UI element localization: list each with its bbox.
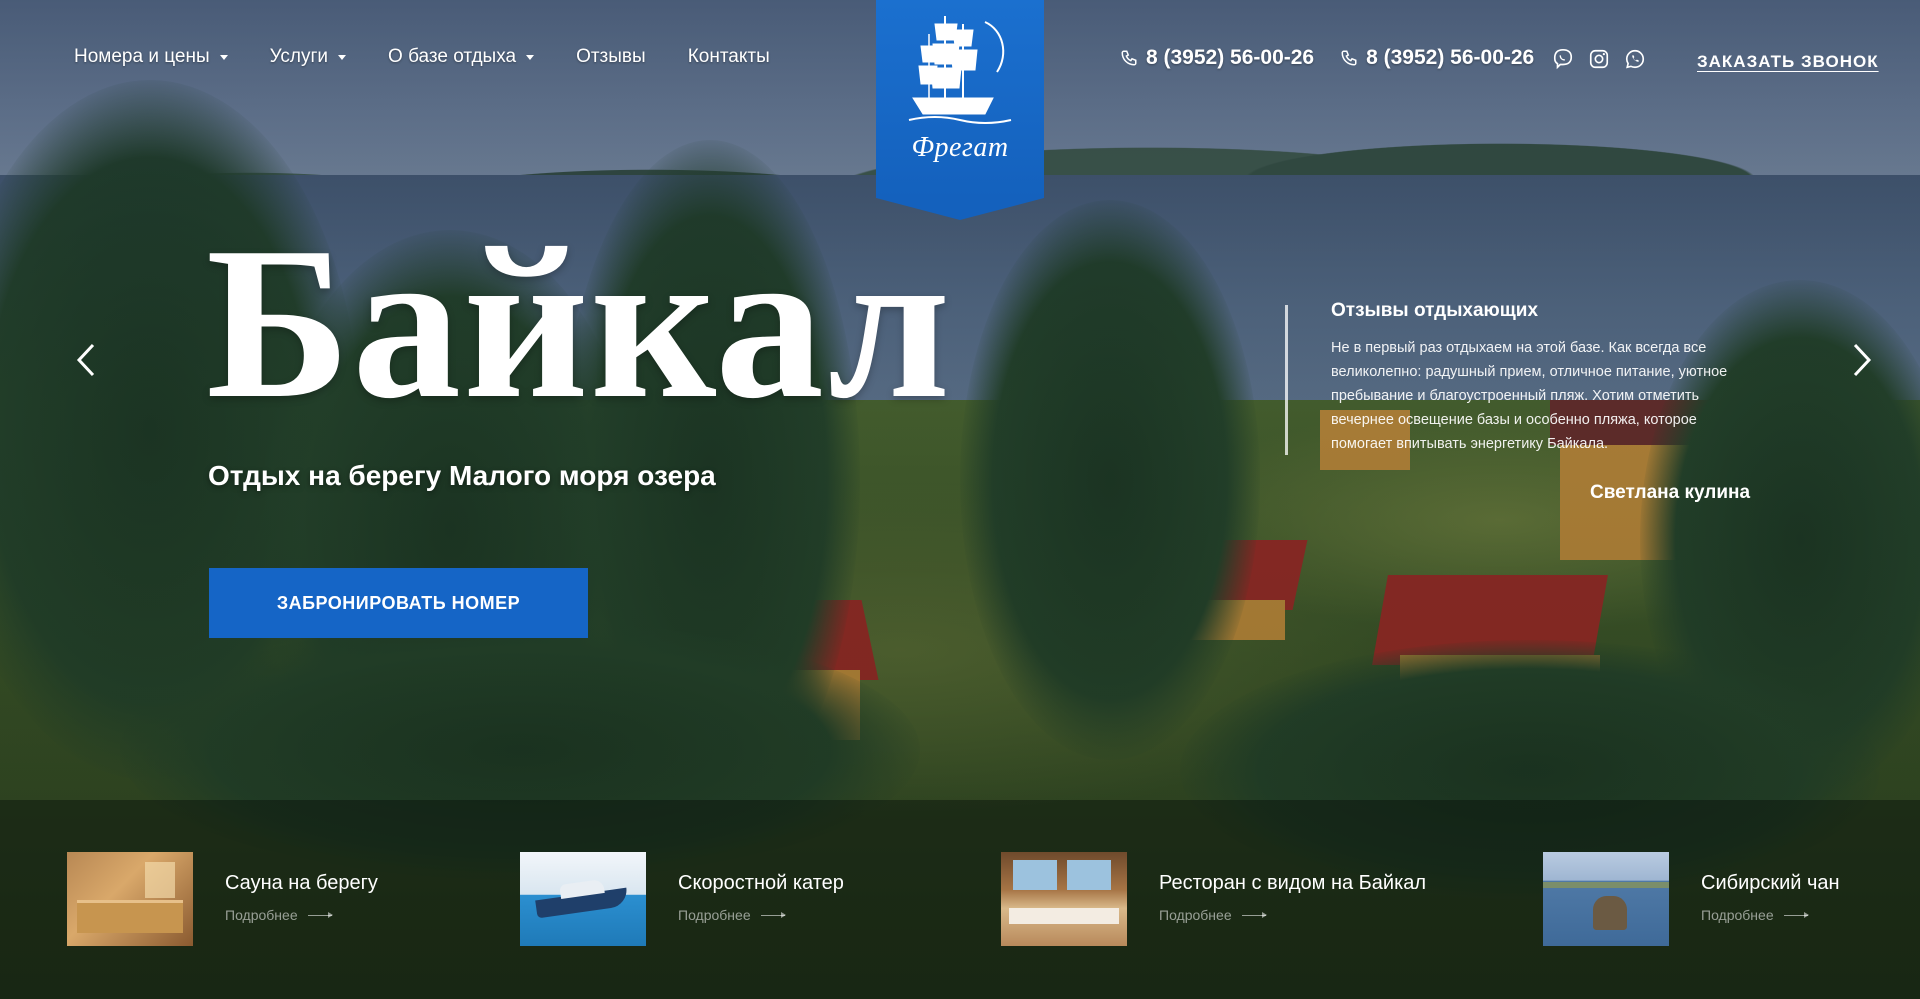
caret-down-icon — [219, 54, 228, 60]
nav-item-label: Номера и цены — [74, 46, 210, 67]
service-title: Ресторан с видом на Байкал — [1159, 872, 1427, 894]
hero-subtitle: Отдых на берегу Малого моря озера — [208, 460, 716, 491]
nav-item-label: О базе отдыха — [388, 46, 517, 67]
review-text: Не в первый раз отдыхаем на этой базе. К… — [1331, 340, 1728, 452]
service-title: Сибирский чан — [1701, 872, 1840, 894]
whatsapp-icon[interactable] — [1624, 48, 1646, 70]
service-card-chan[interactable]: Сибирский чан Подробнее — [1543, 852, 1840, 946]
arrow-right-icon — [1783, 911, 1809, 918]
review-author: Светлана кулина — [1590, 482, 1751, 503]
logo-text: Фрегат — [911, 132, 1009, 163]
slider-prev-button[interactable] — [66, 340, 106, 380]
service-card-restaurant[interactable]: Ресторан с видом на Байкал Подробнее — [1001, 852, 1426, 946]
service-thumbnail — [520, 852, 646, 946]
service-more-link[interactable]: Подробнее — [1159, 907, 1426, 923]
logo[interactable]: Фрегат — [876, 0, 1044, 220]
service-title: Скоростной катер — [678, 872, 844, 894]
review-divider — [1285, 305, 1288, 455]
caret-down-icon — [526, 54, 535, 60]
main-nav: Номера и цены Услуги О базе отдыха Отзыв… — [74, 46, 812, 68]
nav-item-label: Отзывы — [576, 46, 646, 67]
nav-item-rooms[interactable]: Номера и цены — [74, 46, 228, 68]
nav-item-about[interactable]: О базе отдыха — [388, 46, 535, 68]
viber-icon[interactable] — [1552, 48, 1574, 70]
more-label: Подробнее — [225, 907, 298, 923]
service-thumbnail — [67, 852, 193, 946]
service-more-link[interactable]: Подробнее — [678, 907, 844, 923]
nav-item-contacts[interactable]: Контакты — [688, 46, 770, 68]
service-more-link[interactable]: Подробнее — [225, 907, 378, 923]
service-more-link[interactable]: Подробнее — [1701, 907, 1840, 923]
hero-title: Байкал — [206, 203, 953, 444]
service-thumbnail — [1543, 852, 1669, 946]
callback-link[interactable]: ЗАКАЗАТЬ ЗВОНОК — [1697, 52, 1879, 72]
arrow-right-icon — [760, 911, 786, 918]
phone-icon — [1340, 49, 1358, 67]
social-links — [1552, 48, 1646, 70]
services-strip: Сауна на берегу Подробнее Скоростной кат… — [0, 800, 1920, 999]
frigate-ship-icon — [908, 16, 1012, 124]
slider-next-button[interactable] — [1842, 340, 1882, 380]
more-label: Подробнее — [1159, 907, 1232, 923]
service-thumbnail — [1001, 852, 1127, 946]
service-title: Сауна на берегу — [225, 872, 378, 894]
phone-link[interactable]: 8 (3952) 56-00-26 — [1120, 46, 1314, 70]
service-card-sauna[interactable]: Сауна на берегу Подробнее — [67, 852, 378, 946]
chevron-right-icon — [1853, 343, 1872, 377]
service-card-boat[interactable]: Скоростной катер Подробнее — [520, 852, 844, 946]
nav-item-label: Контакты — [687, 46, 770, 67]
phone-icon — [1120, 49, 1138, 67]
arrow-right-icon — [1241, 911, 1267, 918]
phone-link[interactable]: 8 (3952) 56-00-26 — [1340, 46, 1534, 70]
more-label: Подробнее — [1701, 907, 1774, 923]
phones: 8 (3952) 56-00-26 8 (3952) 56-00-26 — [1120, 46, 1534, 70]
arrow-right-icon — [307, 911, 333, 918]
more-label: Подробнее — [678, 907, 751, 923]
nav-item-reviews[interactable]: Отзывы — [576, 46, 646, 68]
phone-number: 8 (3952) 56-00-26 — [1146, 46, 1315, 69]
chevron-left-icon — [76, 343, 95, 377]
review-title: Отзывы отдыхающих — [1331, 300, 1539, 321]
nav-item-services[interactable]: Услуги — [269, 46, 347, 68]
phone-number: 8 (3952) 56-00-26 — [1366, 46, 1535, 69]
book-room-button[interactable]: ЗАБРОНИРОВАТЬ НОМЕР — [209, 568, 588, 638]
nav-item-label: Услуги — [269, 46, 329, 67]
caret-down-icon — [338, 54, 347, 60]
instagram-icon[interactable] — [1588, 48, 1610, 70]
